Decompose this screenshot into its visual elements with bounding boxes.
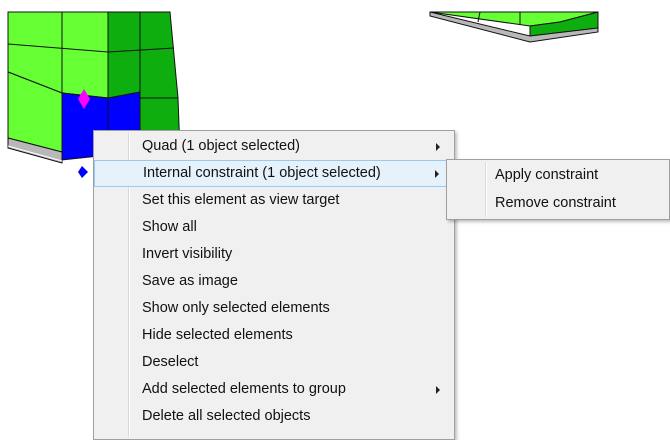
menu-item-save-as-image[interactable]: Save as image	[94, 268, 454, 295]
menu-item-show-all[interactable]: Show all	[94, 214, 454, 241]
menu-item-label: Show only selected elements	[142, 300, 330, 316]
submenu-arrow-icon	[436, 142, 440, 151]
menu-item-label: Remove constraint	[495, 194, 616, 211]
right-mesh-object[interactable]	[429, 11, 599, 43]
submenu-arrow-icon	[436, 385, 440, 394]
menu-item-label: Deselect	[142, 354, 199, 370]
menu-item-internal-constraint[interactable]: Internal constraint (1 object selected)	[94, 160, 454, 187]
menu-item-label: Set this element as view target	[142, 192, 340, 208]
context-menu: Quad (1 object selected) Internal constr…	[93, 130, 455, 440]
menu-item-label: Hide selected elements	[142, 327, 293, 343]
menu-item-invert-visibility[interactable]: Invert visibility	[94, 241, 454, 268]
submenu-arrow-icon	[435, 169, 439, 178]
menu-item-deselect[interactable]: Deselect	[94, 349, 454, 376]
left-dark-face[interactable]	[107, 11, 179, 99]
menu-item-delete-selected[interactable]: Delete all selected objects	[94, 403, 454, 430]
menu-item-label: Delete all selected objects	[142, 408, 311, 424]
menu-item-show-only-selected[interactable]: Show only selected elements	[94, 295, 454, 322]
menu-item-apply-constraint[interactable]: Apply constraint	[447, 162, 669, 190]
menu-item-quad[interactable]: Quad (1 object selected)	[94, 133, 454, 160]
menu-item-label: Quad (1 object selected)	[142, 138, 300, 154]
menu-item-label: Invert visibility	[142, 246, 233, 262]
selected-element-marker-lower	[78, 166, 88, 178]
menu-item-label: Show all	[142, 219, 197, 235]
menu-item-label: Internal constraint (1 object selected)	[143, 165, 381, 181]
menu-item-label: Add selected elements to group	[142, 381, 346, 397]
constraint-submenu: Apply constraint Remove constraint	[446, 159, 670, 220]
menu-item-set-view-target[interactable]: Set this element as view target	[94, 187, 454, 214]
menu-item-remove-constraint[interactable]: Remove constraint	[447, 190, 669, 218]
menu-item-label: Save as image	[142, 273, 238, 289]
menu-item-hide-selected[interactable]: Hide selected elements	[94, 322, 454, 349]
menu-item-add-to-group[interactable]: Add selected elements to group	[94, 376, 454, 403]
menu-item-label: Apply constraint	[495, 167, 599, 183]
